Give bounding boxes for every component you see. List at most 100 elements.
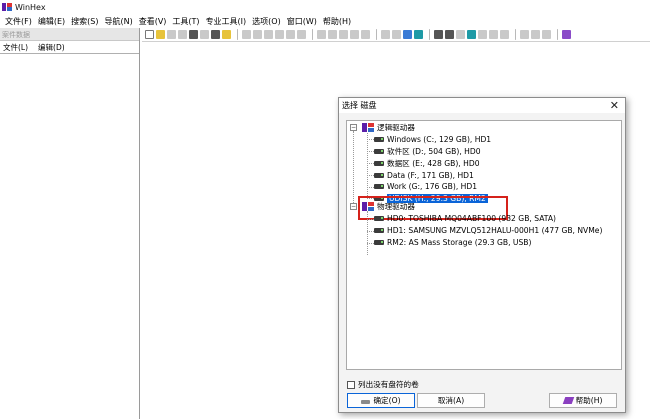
menu-file[interactable]: 文件(F) [5, 16, 32, 27]
toolbar-separator [312, 29, 313, 40]
tree-item[interactable]: 软件区 (D:, 504 GB), HD0 [374, 146, 481, 157]
disk-tree: − 逻辑驱动器 Windows (C:, 129 GB), HD1 软件区 (D… [346, 120, 622, 370]
menu-window[interactable]: 窗口(W) [287, 16, 317, 27]
expander-icon[interactable]: − [350, 203, 357, 210]
hard-disk-icon [374, 228, 384, 233]
menu-edit[interactable]: 编辑(E) [38, 16, 65, 27]
toolbar-separator [429, 29, 430, 40]
tree-connector [353, 131, 354, 205]
menu-specialist-tools[interactable]: 专业工具(I) [206, 16, 247, 27]
toolbar-separator [237, 29, 238, 40]
undo-icon[interactable] [242, 30, 251, 39]
help-button-label: 帮助(H) [575, 396, 603, 405]
dialog-title-bar: 选择 磁盘 ✕ [339, 98, 625, 113]
properties-icon[interactable] [200, 30, 209, 39]
paste-special-icon[interactable] [286, 30, 295, 39]
tree-item-label: Work (G:, 176 GB), HD1 [387, 182, 478, 191]
case-data-panel: 案件数据 文件(L) 编辑(D) [0, 28, 140, 419]
menu-help[interactable]: 帮助(H) [323, 16, 351, 27]
find-next-icon[interactable] [361, 30, 370, 39]
close-icon[interactable]: ✕ [610, 99, 619, 112]
tree-connector [367, 243, 374, 244]
open-disk-icon[interactable] [211, 30, 220, 39]
disk-editor-icon[interactable] [434, 30, 443, 39]
tree-item[interactable]: HD1: SAMSUNG MZVLQ512HALU-000H1 (477 GB,… [374, 225, 602, 236]
cut-icon[interactable] [253, 30, 262, 39]
cancel-button[interactable]: 取消(A) [417, 393, 485, 408]
menu-options[interactable]: 选项(O) [252, 16, 281, 27]
options-icon[interactable] [542, 30, 551, 39]
tree-connector [367, 231, 374, 232]
toolbar-separator [376, 29, 377, 40]
tree-item[interactable]: Data (F:, 171 GB), HD1 [374, 170, 474, 181]
toolbar [142, 28, 650, 42]
menu-search[interactable]: 搜索(S) [71, 16, 98, 27]
compare-icon[interactable] [489, 30, 498, 39]
ram-editor-icon[interactable] [445, 30, 454, 39]
expander-icon[interactable]: − [350, 124, 357, 131]
tree-item-label: Windows (C:, 129 GB), HD1 [387, 135, 492, 144]
replace-icon[interactable] [339, 30, 348, 39]
open-folder-icon[interactable] [156, 30, 165, 39]
tree-item[interactable]: Windows (C:, 129 GB), HD1 [374, 134, 491, 145]
tree-group-physical[interactable]: 物理驱动器 [362, 201, 415, 212]
hard-disk-icon [374, 216, 384, 221]
goto-offset-icon[interactable] [381, 30, 390, 39]
save-icon[interactable] [167, 30, 176, 39]
paste-icon[interactable] [275, 30, 284, 39]
tool-icon[interactable] [500, 30, 509, 39]
tree-item[interactable]: RM2: AS Mass Storage (29.3 GB, USB) [374, 237, 531, 248]
tree-item[interactable]: HD0: TOSHIBA MQ04ABF100 (932 GB, SATA) [374, 213, 556, 224]
tree-item[interactable]: 数据区 (E:, 428 GB), HD0 [374, 158, 480, 169]
winhex-logo-icon [362, 123, 374, 132]
replace-hex-icon[interactable] [350, 30, 359, 39]
analyze-icon[interactable] [478, 30, 487, 39]
forward-arrow-icon[interactable] [414, 30, 423, 39]
usb-drive-icon [374, 240, 384, 245]
help-book-icon[interactable] [562, 30, 571, 39]
checkbox-label: 列出没有盘符的卷 [358, 380, 419, 389]
list-unlettered-volumes-option[interactable]: 列出没有盘符的卷 [347, 379, 419, 390]
dialog-title: 选择 磁盘 [342, 101, 377, 110]
help-button[interactable]: 帮助(H) [549, 393, 617, 408]
winhex-logo-icon [2, 3, 12, 11]
calculator-icon[interactable] [456, 30, 465, 39]
new-file-icon[interactable] [145, 30, 154, 39]
open-folder-2-icon[interactable] [222, 30, 231, 39]
winhex-logo-icon [362, 202, 374, 211]
tree-connector [367, 139, 374, 140]
tree-group-label: 逻辑驱动器 [377, 123, 415, 132]
copy-icon[interactable] [264, 30, 273, 39]
drive-icon [374, 149, 384, 154]
save-as-icon[interactable] [178, 30, 187, 39]
case-menu-edit[interactable]: 编辑(D) [38, 42, 65, 53]
tree-connector [367, 175, 374, 176]
menu-navigation[interactable]: 导航(N) [104, 16, 132, 27]
write-icon[interactable] [297, 30, 306, 39]
title-bar: WinHex [0, 0, 650, 14]
winhex-window: WinHex 文件(F) 编辑(E) 搜索(S) 导航(N) 查看(V) 工具(… [0, 0, 650, 419]
back-arrow-icon[interactable] [403, 30, 412, 39]
menu-view[interactable]: 查看(V) [139, 16, 167, 27]
tree-connector [367, 151, 374, 152]
toolbar-separator [557, 29, 558, 40]
find-icon[interactable] [317, 30, 326, 39]
find-hex-icon[interactable] [328, 30, 337, 39]
hash-icon[interactable] [467, 30, 476, 39]
tree-item-label: RM2: AS Mass Storage (29.3 GB, USB) [387, 238, 532, 247]
tree-group-logical[interactable]: 逻辑驱动器 [362, 122, 415, 133]
ok-button[interactable]: 确定(O) [347, 393, 415, 408]
table-icon[interactable] [520, 30, 529, 39]
chart-icon[interactable] [531, 30, 540, 39]
tree-group-label: 物理驱动器 [377, 202, 415, 211]
checkbox[interactable] [347, 380, 355, 389]
case-menu-file[interactable]: 文件(L) [3, 42, 28, 53]
toolbar-separator [515, 29, 516, 40]
tree-item[interactable]: Work (G:, 176 GB), HD1 [374, 181, 477, 192]
case-data-header: 案件数据 [0, 28, 139, 41]
select-disk-dialog: 选择 磁盘 ✕ − 逻辑驱动器 Windows (C:, 129 GB), HD… [338, 97, 626, 413]
help-book-icon [562, 397, 574, 404]
print-icon[interactable] [189, 30, 198, 39]
menu-tools[interactable]: 工具(T) [172, 16, 199, 27]
goto-sector-icon[interactable] [392, 30, 401, 39]
